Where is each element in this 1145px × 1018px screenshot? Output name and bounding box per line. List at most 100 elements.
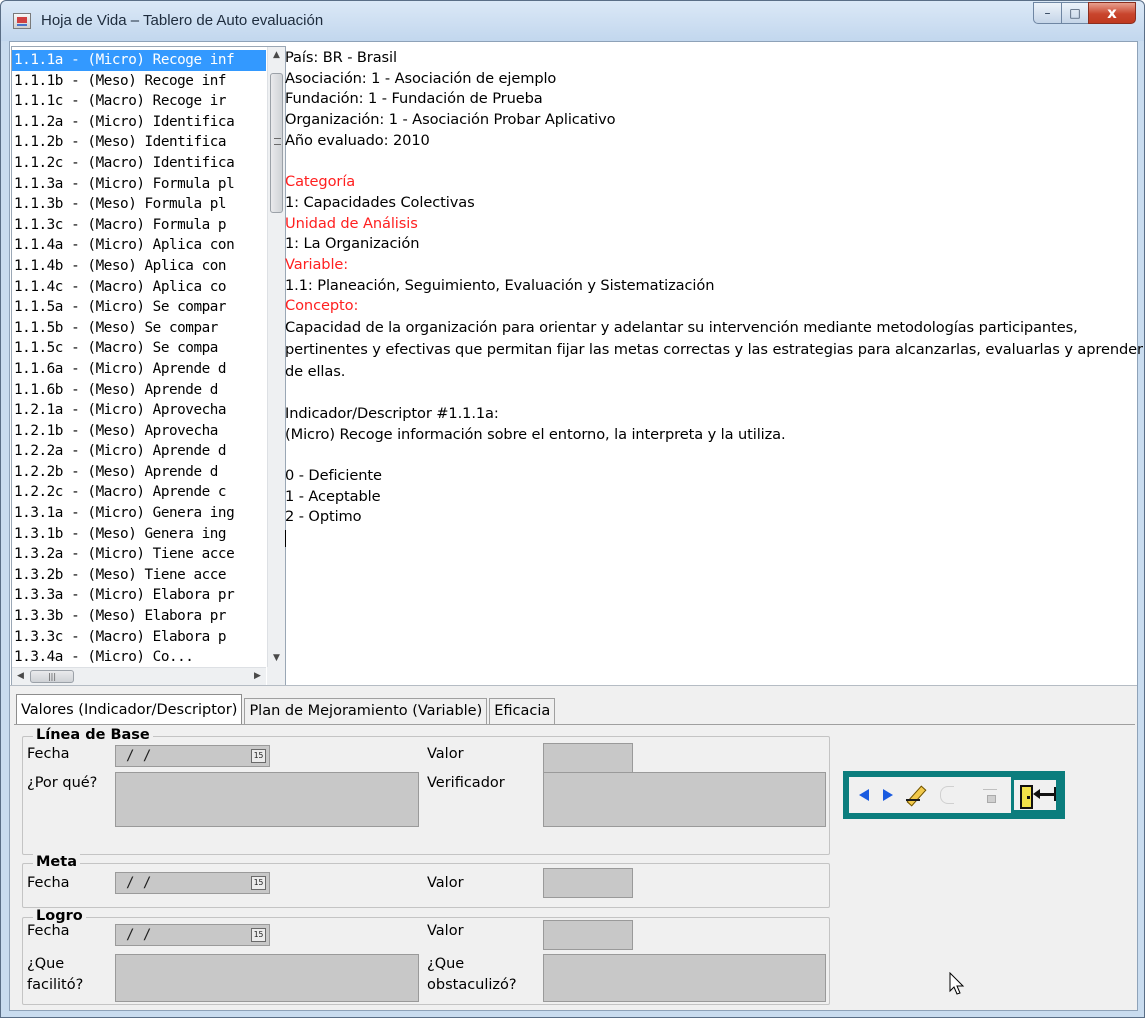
list-item[interactable]: 1.1.3a - (Micro) Formula pl [12, 174, 266, 195]
window-controls: – □ x [1033, 2, 1136, 24]
scroll-down-icon[interactable]: ▼ [268, 650, 285, 667]
list-item[interactable]: 1.3.3b - (Meso) Elabora pr [12, 606, 266, 627]
list-item[interactable]: 1.3.3c - (Macro) Elabora p [12, 627, 266, 648]
logro-fecha-label: Fecha [27, 923, 70, 939]
variable-label: Variable: [285, 256, 349, 274]
linea-base-valor-input[interactable] [543, 743, 633, 773]
meta-group: Meta Fecha / / 15 Valor [22, 854, 830, 908]
calendar-icon[interactable]: 15 [251, 928, 266, 942]
concepto-value: Capacidad de la organización para orient… [285, 319, 1143, 381]
maximize-icon: □ [1069, 6, 1081, 20]
verificador-input[interactable] [543, 772, 826, 827]
list-item[interactable]: 1.1.5c - (Macro) Se compa [12, 338, 266, 359]
list-item[interactable]: 1.1.3c - (Macro) Formula p [12, 215, 266, 236]
obstaculizo-input[interactable] [543, 954, 826, 1002]
list-item[interactable]: 1.3.4a - (Micro) Co... [12, 647, 266, 668]
meta-fecha-input[interactable]: / / 15 [115, 872, 270, 894]
categoria-label: Categoría [285, 173, 356, 191]
list-item[interactable]: 1.1.2b - (Meso) Identifica [12, 132, 266, 153]
app-window: Hoja de Vida – Tablero de Auto evaluació… [0, 0, 1145, 1018]
logro-group: Logro Fecha / / 15 Valor ¿Que facilitó? … [22, 908, 830, 1005]
meta-valor-input[interactable] [543, 868, 633, 898]
list-item[interactable]: 1.2.1a - (Micro) Aprovecha [12, 400, 266, 421]
minimize-icon: – [1044, 6, 1051, 20]
prev-record-icon [859, 789, 869, 801]
porque-label: ¿Por qué? [27, 775, 98, 791]
list-item[interactable]: 1.1.6a - (Micro) Aprende d [12, 359, 266, 380]
facilito-input[interactable] [115, 954, 419, 1002]
indicator-listbox[interactable]: 1.1.1a - (Micro) Recoge inf 1.1.1b - (Mes… [11, 46, 286, 686]
obstaculizo-label: ¿Que obstaculizó? [427, 956, 517, 993]
record-toolbar [843, 771, 1065, 819]
list-vertical-scrollbar[interactable]: ▲ ▼ [267, 47, 285, 667]
list-item[interactable]: 1.3.2a - (Micro) Tiene acce [12, 544, 266, 565]
maximize-button[interactable]: □ [1061, 2, 1088, 24]
edit-pencil-icon [905, 785, 925, 805]
hscroll-thumb[interactable]: ||| [30, 670, 74, 683]
list-item[interactable]: 1.1.1c - (Macro) Recoge ir [12, 91, 266, 112]
list-item[interactable]: 1.1.5a - (Micro) Se compar [12, 297, 266, 318]
indicador-title: Indicador/Descriptor #1.1.1a: [285, 404, 499, 422]
unidad-label: Unidad de Análisis [285, 214, 418, 232]
list-horizontal-scrollbar[interactable]: ◀ ||| ▶ [12, 667, 266, 685]
indicador-value: (Micro) Recoge información sobre el ento… [285, 425, 786, 443]
list-item[interactable]: 1.2.2c - (Macro) Aprende c [12, 482, 266, 503]
list-item[interactable]: 1.1.5b - (Meso) Se compar [12, 318, 266, 339]
scroll-right-icon[interactable]: ▶ [249, 668, 266, 685]
linea-base-fecha-input[interactable]: / / 15 [115, 745, 270, 767]
tab-content-valores: Línea de Base Fecha / / 15 Valor ¿Por qu… [14, 724, 1135, 1007]
list-item[interactable]: 1.2.2b - (Meso) Aprende d [12, 462, 266, 483]
list-item[interactable]: 1.3.2b - (Meso) Tiene acce [12, 565, 266, 586]
minimize-button[interactable]: – [1033, 2, 1061, 24]
mouse-pointer-icon [949, 972, 965, 995]
undo-disabled-icon [940, 786, 954, 804]
concepto-label: Concepto: [285, 297, 359, 315]
next-record-button[interactable] [877, 777, 899, 813]
indicator-list: 1.1.1a - (Micro) Recoge inf 1.1.1b - (Mes… [12, 50, 266, 668]
facilito-label: ¿Que facilitó? [27, 956, 84, 993]
indicator-detail-pane[interactable]: País: BR - Brasil Asociación: 1 - Asocia… [285, 48, 1143, 686]
porque-input[interactable] [115, 772, 419, 827]
scroll-left-icon[interactable]: ◀ [12, 668, 29, 685]
variable-value: 1.1: Planeación, Seguimiento, Evaluación… [285, 276, 715, 294]
list-item[interactable]: 1.1.2a - (Micro) Identifica [12, 112, 266, 133]
scroll-up-icon[interactable]: ▲ [268, 47, 285, 64]
prev-record-button[interactable] [853, 777, 875, 813]
logro-valor-input[interactable] [543, 920, 633, 950]
scroll-thumb[interactable] [270, 73, 283, 213]
close-icon: x [1107, 4, 1117, 22]
calendar-icon[interactable]: 15 [251, 876, 266, 890]
tab-valores[interactable]: Valores (Indicador/Descriptor) [16, 694, 243, 724]
app-icon [13, 13, 31, 29]
meta-fecha-label: Fecha [27, 875, 70, 891]
exit-door-icon [1014, 780, 1056, 810]
list-item[interactable]: 1.3.1a - (Micro) Genera ing [12, 503, 266, 524]
asociacion-line: Asociación: 1 - Asociación de ejemplo [285, 69, 557, 87]
logro-fecha-input[interactable]: / / 15 [115, 924, 270, 946]
list-item[interactable]: 1.1.6b - (Meso) Aprende d [12, 380, 266, 401]
list-item[interactable]: 1.1.2c - (Macro) Identifica [12, 153, 266, 174]
close-button[interactable]: x [1088, 2, 1136, 24]
list-item[interactable]: 1.1.4c - (Macro) Aplica co [12, 277, 266, 298]
scale-aceptable: 1 - Aceptable [285, 487, 381, 505]
list-item[interactable]: 1.3.3a - (Micro) Elabora pr [12, 585, 266, 606]
tab-strip: Valores (Indicador/Descriptor) Plan de M… [16, 694, 557, 724]
anio-line: Año evaluado: 2010 [285, 131, 430, 149]
linea-base-fecha-label: Fecha [27, 746, 70, 762]
list-item[interactable]: 1.1.4b - (Meso) Aplica con [12, 256, 266, 277]
list-item[interactable]: 1.2.1b - (Meso) Aprovecha [12, 421, 266, 442]
list-item[interactable]: 1.1.4a - (Micro) Aplica con [12, 235, 266, 256]
undo-button [935, 777, 959, 813]
edit-button[interactable] [901, 777, 929, 813]
list-item[interactable]: 1.1.1a - (Micro) Recoge inf [12, 50, 266, 71]
scroll-corner [267, 667, 285, 685]
title-bar[interactable]: Hoja de Vida – Tablero de Auto evaluació… [1, 1, 1144, 41]
tab-plan-mejoramiento[interactable]: Plan de Mejoramiento (Variable) [244, 698, 488, 724]
tab-eficacia[interactable]: Eficacia [489, 698, 556, 724]
exit-button[interactable] [1011, 777, 1059, 813]
list-item[interactable]: 1.1.1b - (Meso) Recoge inf [12, 71, 266, 92]
list-item[interactable]: 1.1.3b - (Meso) Formula pl [12, 194, 266, 215]
list-item[interactable]: 1.2.2a - (Micro) Aprende d [12, 441, 266, 462]
list-item[interactable]: 1.3.1b - (Meso) Genera ing [12, 524, 266, 545]
calendar-icon[interactable]: 15 [251, 749, 266, 763]
